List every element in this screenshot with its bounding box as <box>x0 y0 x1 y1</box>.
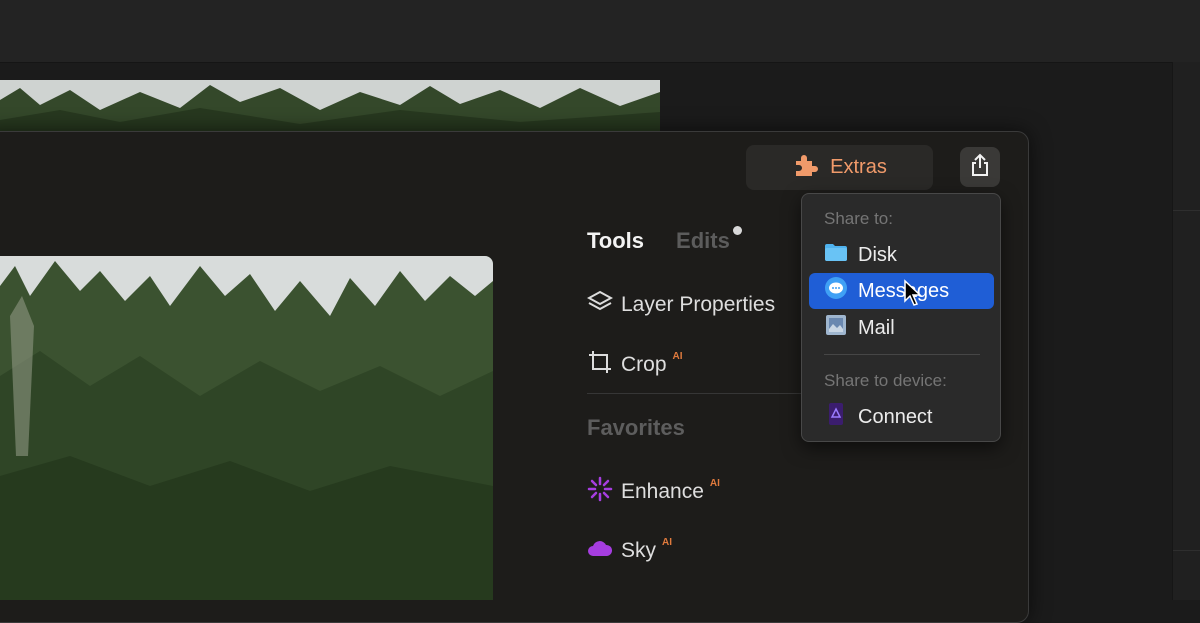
cloud-icon <box>587 537 613 565</box>
mail-icon <box>824 313 848 343</box>
panel-tabs: Tools Edits <box>587 226 742 254</box>
menu-item-disk[interactable]: Disk <box>809 237 994 273</box>
favorite-enhance[interactable]: Enhance AI <box>587 476 720 508</box>
menu-item-label: Disk <box>858 243 897 266</box>
extras-label: Extras <box>830 156 887 178</box>
favorite-sky[interactable]: Sky AI <box>587 537 672 565</box>
messages-icon <box>824 276 848 306</box>
share-to-device-header: Share to device: <box>824 371 947 390</box>
favorite-label: Enhance <box>621 480 704 503</box>
sparkle-icon <box>587 476 613 508</box>
menu-item-mail[interactable]: Mail <box>809 310 994 346</box>
tool-crop[interactable]: Crop AI <box>587 349 683 381</box>
app-top-bar <box>0 0 1200 63</box>
share-to-header: Share to: <box>824 209 893 228</box>
favorites-title: Favorites <box>587 415 685 440</box>
ai-badge: AI <box>672 350 683 362</box>
menu-item-label: Mail <box>858 316 895 339</box>
strip-divider <box>1173 550 1200 551</box>
favorite-label: Sky <box>621 539 657 562</box>
tool-label: Layer Properties <box>621 293 776 316</box>
share-icon <box>969 153 991 182</box>
menu-item-label: Connect <box>858 405 933 428</box>
edits-badge-dot <box>732 226 742 235</box>
forest-image <box>0 261 493 600</box>
menu-item-connect[interactable]: Connect <box>809 399 994 435</box>
puzzle-piece-icon <box>792 153 819 183</box>
tool-label: Crop <box>621 353 667 376</box>
layers-icon <box>586 289 614 321</box>
section-divider <box>587 393 802 394</box>
right-side-strip <box>1172 62 1200 600</box>
connect-app-icon <box>824 402 848 432</box>
folder-icon <box>824 242 848 268</box>
photo-canvas[interactable] <box>0 256 493 600</box>
tab-edits[interactable]: Edits <box>676 226 742 254</box>
ai-badge: AI <box>709 477 720 489</box>
menu-separator <box>824 354 980 355</box>
ai-badge: AI <box>662 536 673 548</box>
tab-edits-label: Edits <box>676 228 730 253</box>
tab-tools[interactable]: Tools <box>587 228 644 254</box>
menu-item-messages[interactable]: Messages <box>809 273 994 309</box>
extras-button[interactable]: Extras <box>746 145 933 190</box>
mouse-cursor <box>903 279 923 312</box>
share-menu: Share to: Disk Messages Mail Share to de… <box>801 193 1001 442</box>
strip-divider <box>1173 210 1200 211</box>
share-button[interactable] <box>960 147 1000 187</box>
tool-layer-properties[interactable]: Layer Properties <box>586 289 776 321</box>
crop-icon <box>587 349 613 381</box>
